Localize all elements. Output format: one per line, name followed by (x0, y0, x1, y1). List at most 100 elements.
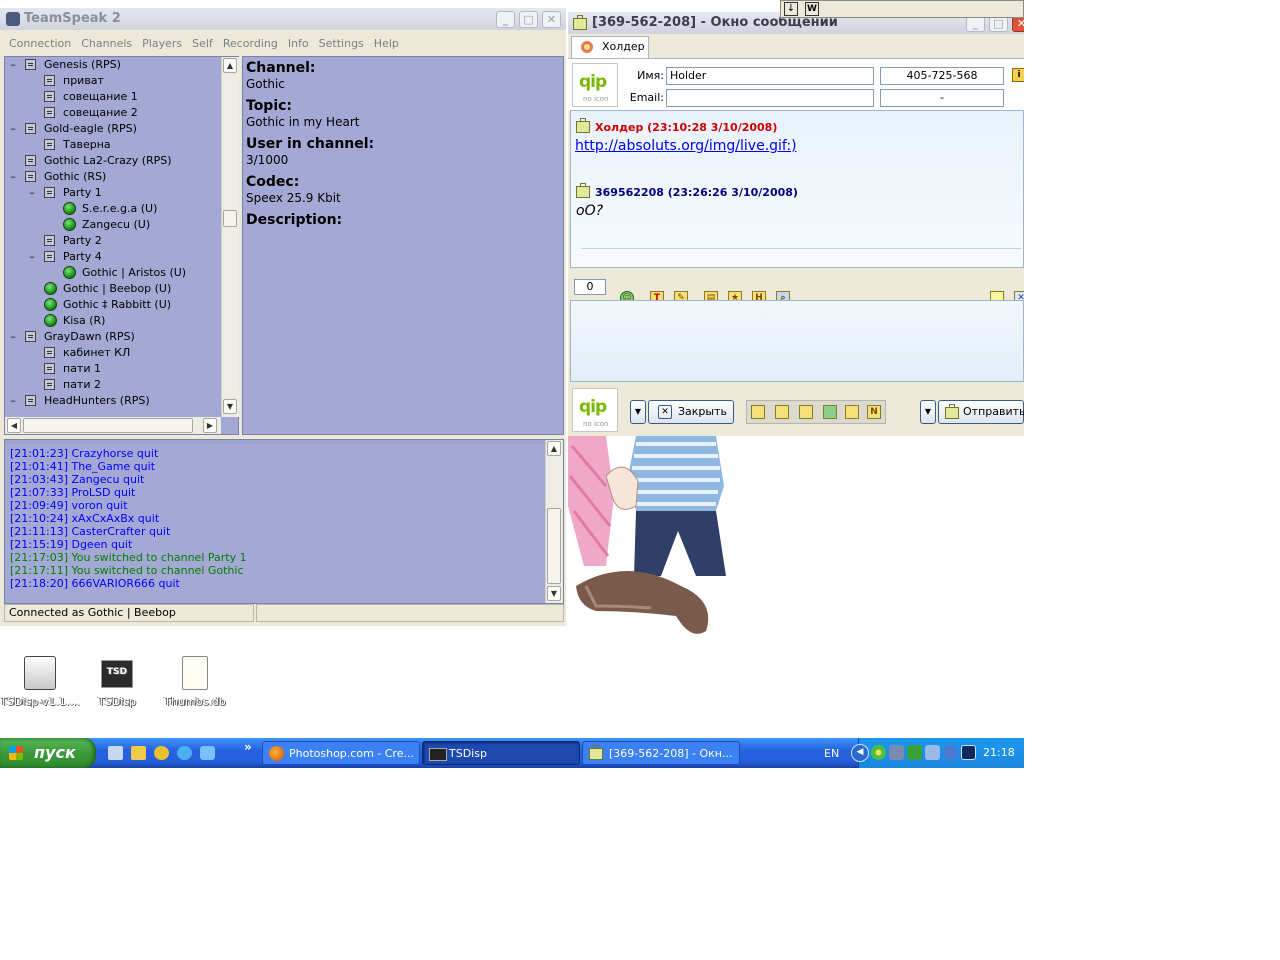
tree-vertical-scrollbar[interactable]: ▲ ▼ (221, 57, 239, 417)
quick-action-icon[interactable] (845, 405, 859, 419)
green-arrow-tray-icon[interactable] (907, 745, 922, 760)
hscroll-thumb[interactable] (23, 418, 193, 433)
tree-channel-row[interactable]: совещание 2 (5, 105, 219, 121)
tree-channel-row[interactable]: – Gold-eagle (RPS) (5, 121, 219, 137)
info-icon[interactable]: i (1012, 68, 1024, 82)
scroll-right-button[interactable]: ▶ (203, 418, 217, 433)
message-history[interactable]: Холдер (23:10:28 3/10/2008) http://absol… (570, 110, 1024, 268)
collapse-toggle[interactable]: – (9, 57, 17, 73)
tree-channel-row[interactable]: пати 2 (5, 377, 219, 393)
quicklaunch-people-icon[interactable] (154, 746, 169, 760)
log-scroll-up-button[interactable]: ▲ (547, 441, 561, 456)
menu-self[interactable]: Self (187, 34, 218, 54)
task-tsdisp[interactable]: TSDisp (422, 741, 580, 765)
log-scroll-down-button[interactable]: ▼ (547, 586, 561, 601)
quicklaunch-overflow-chevron[interactable]: » (244, 740, 252, 754)
scroll-down-button[interactable]: ▼ (223, 399, 237, 414)
menu-info[interactable]: Info (283, 34, 314, 54)
language-indicator[interactable]: EN (824, 747, 839, 760)
tree-channel-row[interactable]: – HeadHunters (RPS) (5, 393, 219, 409)
collapse-toggle[interactable]: – (28, 249, 36, 265)
log-vertical-scrollbar[interactable]: ▲ ▼ (545, 440, 563, 603)
quicklaunch-browser-icon[interactable] (200, 746, 215, 760)
tree-channel-row[interactable]: совещание 1 (5, 89, 219, 105)
message-input[interactable] (570, 300, 1024, 382)
task-label: Photoshop.com - Cre... (289, 747, 414, 760)
quick-action-icon[interactable] (775, 405, 789, 419)
quicklaunch-ie-icon[interactable] (177, 746, 192, 760)
tree-user-row[interactable]: Gothic ‡ Rabbitt (U) (5, 297, 219, 313)
quick-action-icon[interactable] (823, 405, 837, 419)
w-icon[interactable]: W (805, 2, 819, 16)
collapse-toggle[interactable]: – (9, 329, 17, 345)
message-1-link[interactable]: http://absoluts.org/img/live.gif:) (575, 138, 797, 154)
log-entry: [21:07:33] ProLSD quit (10, 486, 136, 499)
menu-settings[interactable]: Settings (314, 34, 369, 54)
tree-channel-row[interactable]: – Gothic (RS) (5, 169, 219, 185)
tree-channel-row[interactable]: – GrayDawn (RPS) (5, 329, 219, 345)
menu-connection[interactable]: Connection (0, 34, 76, 54)
quick-action-icon[interactable] (751, 405, 765, 419)
close-button[interactable]: ✕ (542, 11, 561, 28)
download-arrow-icon[interactable]: ↓ (784, 2, 798, 16)
update-tray-icon[interactable] (943, 745, 958, 760)
qip-flower-tray-icon[interactable] (871, 745, 886, 760)
log-entry: [21:10:24] xAxCxAxBx quit (10, 512, 160, 525)
tree-channel-row[interactable]: приват (5, 73, 219, 89)
minimize-button[interactable]: _ (496, 11, 515, 28)
tree-channel-row[interactable]: – Party 1 (5, 185, 219, 201)
log-entry: [21:18:20] 666VARIOR666 quit (10, 577, 180, 590)
tree-channel-row[interactable]: Gothic La2-Crazy (RPS) (5, 153, 219, 169)
tree-channel-row[interactable]: Party 2 (5, 233, 219, 249)
tree-channel-row[interactable]: – Genesis (RPS) (5, 57, 219, 73)
message-1-header: Холдер (23:10:28 3/10/2008) (595, 121, 778, 134)
collapse-toggle[interactable]: – (9, 121, 17, 137)
menu-recording[interactable]: Recording (218, 34, 283, 54)
close-chat-button[interactable]: ✕ Закрыть (648, 400, 734, 424)
tree-user-row[interactable]: Gothic | Aristos (U) (5, 265, 219, 281)
notes-n-icon[interactable]: N (867, 405, 881, 419)
start-button[interactable]: пуск (0, 738, 96, 768)
channel-tree[interactable]: – Genesis (RPS) приват совещание 1 совещание… (4, 56, 239, 435)
network-tray-icon[interactable] (925, 745, 940, 760)
task-qip-chat[interactable]: [369-562-208] - Окн... (582, 741, 740, 765)
scroll-up-button[interactable]: ▲ (223, 58, 237, 73)
log-scroll-thumb[interactable] (547, 508, 561, 584)
pen-tray-icon[interactable] (961, 745, 976, 760)
tray-expand-icon[interactable]: ◀ (851, 744, 869, 762)
tab-contact[interactable]: Холдер (571, 36, 649, 58)
teamspeak-app-icon (6, 12, 20, 26)
scroll-left-button[interactable]: ◀ (7, 418, 21, 433)
tree-channel-row[interactable]: – Party 4 (5, 249, 219, 265)
tree-channel-row[interactable]: Таверна (5, 137, 219, 153)
teamspeak-titlebar[interactable]: TeamSpeak 2 _ □ ✕ (0, 8, 566, 30)
menu-players[interactable]: Players (137, 34, 187, 54)
tree-user-row[interactable]: Gothic | Beebop (U) (5, 281, 219, 297)
tree-horizontal-scrollbar[interactable]: ◀ ▶ (5, 417, 221, 434)
scroll-thumb[interactable] (223, 210, 237, 227)
teamspeak-tray-icon[interactable] (889, 745, 904, 760)
tree-user-row[interactable]: Zangecu (U) (5, 217, 219, 233)
send-options-dropdown[interactable]: ▼ (920, 400, 936, 424)
task-photoshop[interactable]: Photoshop.com - Cre... (262, 741, 420, 765)
desktop-icon-tsdisp[interactable]: TSD TSDisp (77, 656, 157, 708)
quicklaunch-desktop-icon[interactable] (108, 746, 123, 760)
quick-action-icon[interactable] (799, 405, 813, 419)
menu-channels[interactable]: Channels (76, 34, 137, 54)
channel-icon (44, 75, 55, 86)
collapse-toggle[interactable]: – (28, 185, 36, 201)
desktop-icon-thumbs[interactable]: Thumbs.db (155, 656, 235, 708)
collapse-toggle[interactable]: – (9, 393, 17, 409)
event-log[interactable]: [21:01:23] Crazyhorse quit [21:01:41] The… (4, 439, 564, 604)
desktop-icon-tsdisp-installer[interactable]: TSDisp-v1.1.... (0, 656, 80, 708)
close-options-dropdown[interactable]: ▼ (630, 400, 646, 424)
tree-channel-row[interactable]: кабинет КЛ (5, 345, 219, 361)
quicklaunch-pencil-icon[interactable] (131, 746, 146, 760)
tree-user-row[interactable]: Kisa (R) (5, 313, 219, 329)
send-button[interactable]: Отправить (938, 400, 1024, 424)
tree-channel-row[interactable]: пати 1 (5, 361, 219, 377)
tree-user-row[interactable]: S.e.r.e.g.a (U) (5, 201, 219, 217)
collapse-toggle[interactable]: – (9, 169, 17, 185)
menu-help[interactable]: Help (369, 34, 404, 54)
maximize-button[interactable]: □ (519, 11, 538, 28)
